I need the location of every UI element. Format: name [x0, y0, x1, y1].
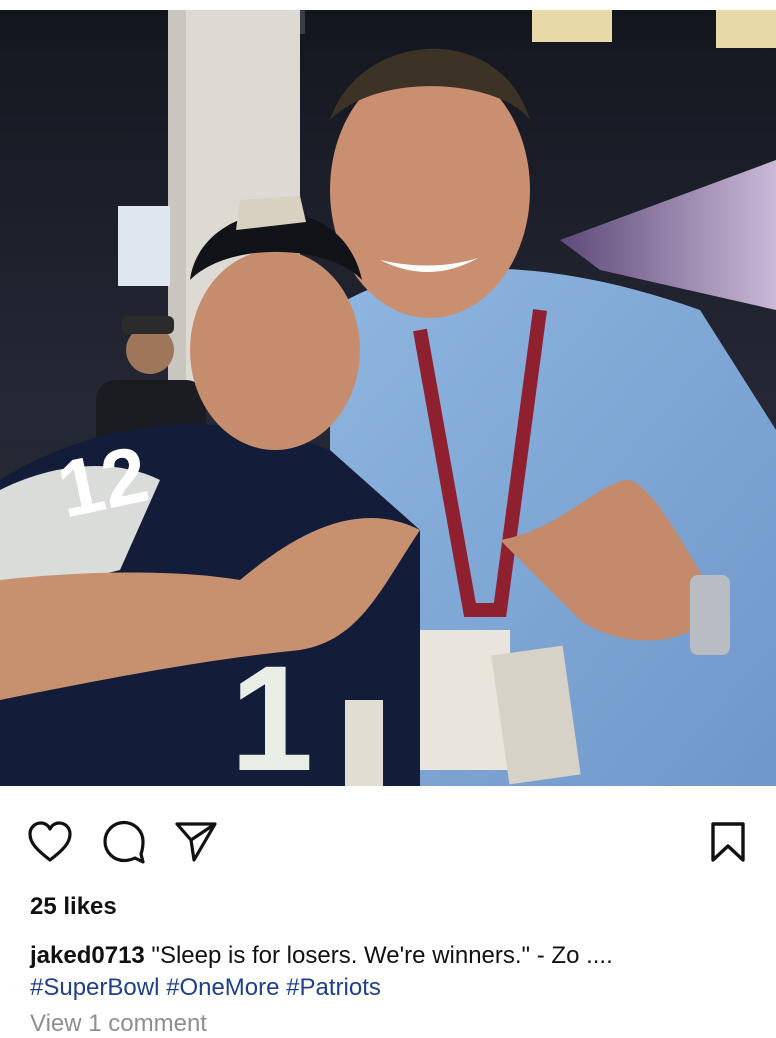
post-photo[interactable]: 12 1 — [0, 10, 776, 786]
post-actions-bar — [0, 808, 776, 872]
hashtag-patriots[interactable]: #Patriots — [286, 974, 381, 1001]
caption-username[interactable]: jaked0713 — [30, 942, 145, 969]
likes-count[interactable]: 25 likes — [30, 893, 117, 921]
paper-plane-icon[interactable] — [172, 818, 220, 866]
caption-text: "Sleep is for losers. We're winners." - … — [144, 942, 613, 969]
hashtag-superbowl[interactable]: #SuperBowl — [30, 974, 159, 1001]
comment-bubble-icon[interactable] — [100, 818, 148, 866]
post-photo-illustration: 12 1 — [0, 10, 776, 786]
bookmark-outline-icon[interactable] — [704, 818, 752, 866]
svg-text:1: 1 — [230, 634, 313, 786]
post-caption: jaked0713 "Sleep is for losers. We're wi… — [30, 940, 750, 1004]
hashtag-onemore[interactable]: #OneMore — [166, 974, 279, 1001]
view-comments-link[interactable]: View 1 comment — [30, 1010, 207, 1038]
status-strip — [0, 0, 776, 10]
svg-text:12: 12 — [50, 429, 156, 535]
heart-outline-icon[interactable] — [26, 818, 74, 866]
